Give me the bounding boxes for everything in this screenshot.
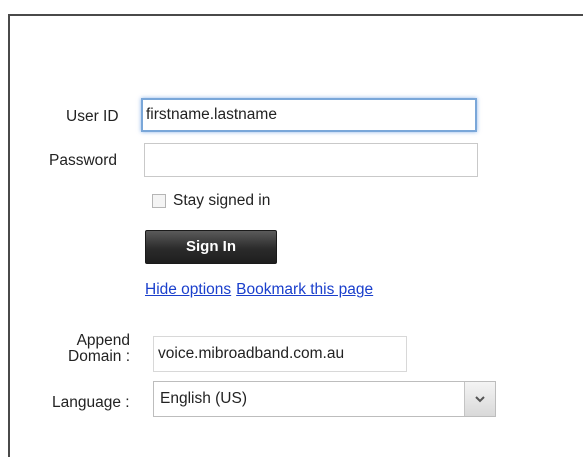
user-id-label: User ID (66, 108, 119, 125)
hide-options-link[interactable]: Hide options (145, 281, 231, 298)
stay-signed-in-checkbox[interactable] (152, 194, 166, 208)
password-input[interactable] (144, 143, 478, 177)
language-select[interactable]: English (US) (153, 381, 496, 417)
stay-signed-in-row: Stay signed in (152, 190, 270, 212)
options-links: Hide options Bookmark this page (145, 281, 373, 299)
append-domain-input[interactable] (153, 336, 407, 372)
language-selected-value: English (US) (160, 390, 247, 407)
bookmark-page-link[interactable]: Bookmark this page (236, 281, 373, 298)
append-domain-label: Append Domain : (68, 333, 130, 365)
append-domain-label-line1: Append (76, 332, 131, 349)
stay-signed-in-label[interactable]: Stay signed in (173, 192, 270, 210)
language-dropdown-button[interactable] (464, 382, 495, 416)
language-label: Language : (52, 394, 130, 411)
append-domain-label-line2: Domain : (68, 348, 131, 365)
user-id-input[interactable] (141, 98, 477, 132)
password-label: Password (49, 152, 118, 169)
sign-in-button[interactable]: Sign In (145, 230, 277, 264)
chevron-down-icon (475, 395, 485, 402)
